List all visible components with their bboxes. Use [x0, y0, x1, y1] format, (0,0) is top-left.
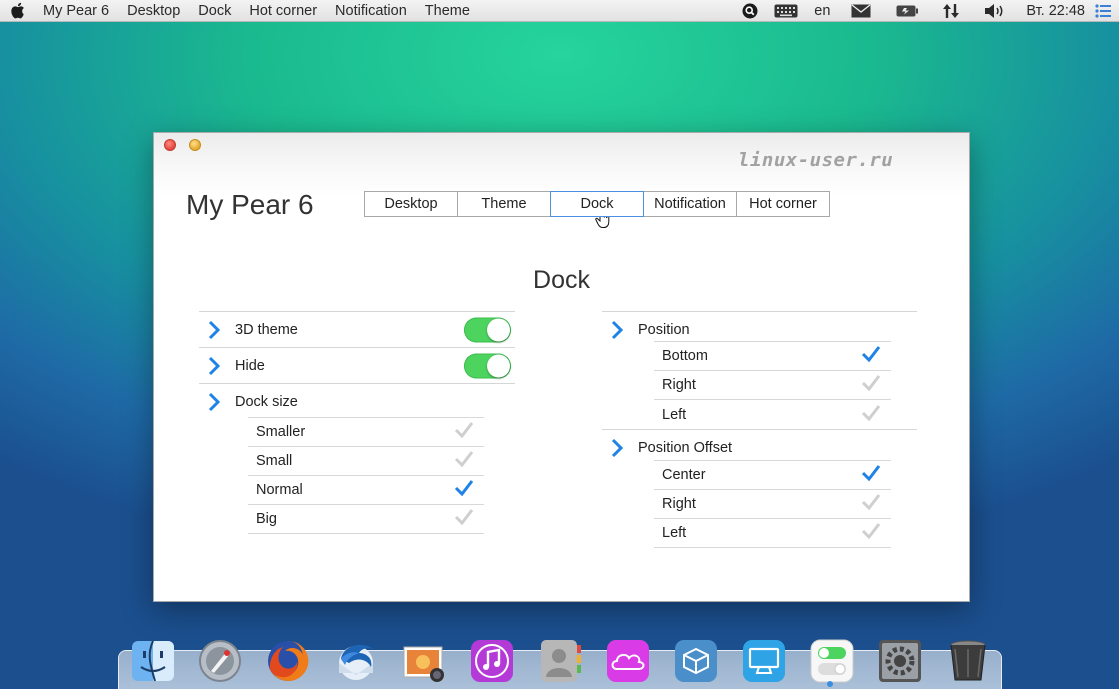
chevron-right-icon [199, 392, 229, 412]
toggle-label: Hide [235, 357, 265, 374]
tab-theme[interactable]: Theme [457, 191, 551, 217]
dock-size-label: Dock size [235, 393, 298, 410]
menu-app-name[interactable]: My Pear 6 [34, 0, 118, 22]
apple-icon[interactable] [0, 0, 34, 22]
minimize-button[interactable] [189, 139, 201, 151]
position-offset-label: Position Offset [638, 439, 733, 456]
option-label: Center [662, 467, 706, 483]
checkmark-icon [861, 404, 881, 426]
contacts-icon[interactable] [536, 638, 584, 684]
offset-option-left[interactable]: Left [654, 519, 891, 548]
toggle-label: 3D theme [235, 321, 298, 338]
dock-size-option-normal[interactable]: Normal [248, 476, 484, 505]
offset-option-center[interactable]: Center [654, 461, 891, 490]
settings-toggle-icon[interactable] [808, 638, 856, 684]
option-label: Normal [256, 482, 303, 498]
toggle-row-3d-theme[interactable]: 3D theme [199, 311, 515, 347]
checkmark-icon [454, 508, 474, 530]
chevron-right-icon [199, 320, 229, 340]
menu-dock[interactable]: Dock [189, 0, 240, 22]
checkmark-icon [454, 450, 474, 472]
position-option-bottom[interactable]: Bottom [654, 342, 891, 371]
network-icon[interactable] [930, 0, 972, 22]
offset-option-right[interactable]: Right [654, 490, 891, 519]
app-title: My Pear 6 [186, 189, 314, 220]
chevron-right-icon [199, 356, 229, 376]
dock-size-option-big[interactable]: Big [248, 505, 484, 534]
close-button[interactable] [164, 139, 176, 151]
battery-icon[interactable] [884, 0, 930, 22]
menu-bar: My Pear 6 Desktop Dock Hot corner Notifi… [0, 0, 1119, 22]
hide-toggle[interactable] [464, 353, 511, 378]
tab-hot-corner[interactable]: Hot corner [736, 191, 830, 217]
finder-icon[interactable] [129, 638, 177, 684]
option-label: Smaller [256, 424, 306, 440]
checkmark-selected-icon [861, 345, 881, 367]
option-label: Left [662, 406, 687, 423]
section-title: Dock [533, 266, 590, 294]
checkmark-icon [861, 374, 881, 396]
clock[interactable]: Вт. 22:48 [1018, 0, 1093, 22]
position-option-left[interactable]: Left [654, 400, 891, 429]
option-label: Right [662, 377, 696, 393]
chevron-right-icon [602, 320, 632, 340]
tab-notification[interactable]: Notification [643, 191, 737, 217]
keyboard-icon[interactable] [766, 0, 806, 22]
chevron-right-icon [602, 438, 632, 458]
tab-desktop[interactable]: Desktop [364, 191, 458, 217]
keyboard-layout[interactable]: en [806, 0, 838, 22]
system-preferences-icon[interactable] [876, 638, 924, 684]
option-label: Right [662, 496, 696, 512]
tab-dock[interactable]: Dock [550, 191, 644, 217]
trash-icon[interactable] [944, 638, 992, 684]
position-option-right[interactable]: Right [654, 371, 891, 400]
option-label: Left [662, 525, 687, 541]
checkmark-icon [861, 493, 881, 515]
menu-desktop[interactable]: Desktop [118, 0, 189, 22]
menu-theme[interactable]: Theme [416, 0, 479, 22]
search-icon[interactable] [734, 0, 766, 22]
checkmark-icon [861, 522, 881, 544]
running-indicator [827, 681, 833, 687]
dock-size-option-smaller[interactable]: Smaller [248, 418, 484, 447]
menu-hot-corner[interactable]: Hot corner [240, 0, 326, 22]
dock-size-header: Dock size [199, 383, 515, 419]
list-icon[interactable] [1093, 0, 1119, 22]
dock-size-option-small[interactable]: Small [248, 447, 484, 476]
itunes-icon[interactable] [468, 638, 516, 684]
cydia-icon[interactable] [672, 638, 720, 684]
watermark: linux-user.ru [738, 149, 894, 171]
menu-notification[interactable]: Notification [326, 0, 416, 22]
checkmark-selected-icon [454, 479, 474, 501]
mail-icon[interactable] [838, 0, 884, 22]
3d-theme-toggle[interactable] [464, 317, 511, 342]
checkmark-selected-icon [861, 464, 881, 486]
icloud-icon[interactable] [604, 638, 652, 684]
option-label: Small [256, 453, 293, 469]
checkmark-icon [454, 421, 474, 443]
my-pear-settings-window: linux-user.ru My Pear 6 Desktop Theme Do… [153, 132, 970, 602]
tab-bar: Desktop Theme Dock Notification Hot corn… [364, 191, 830, 217]
toggle-row-hide[interactable]: Hide [199, 347, 515, 383]
launchpad-icon[interactable] [196, 638, 244, 684]
option-label: Big [256, 511, 277, 527]
display-icon[interactable] [740, 638, 788, 684]
photos-icon[interactable] [400, 638, 448, 684]
firefox-icon[interactable] [264, 638, 312, 684]
option-label: Bottom [662, 348, 708, 364]
volume-icon[interactable] [972, 0, 1018, 22]
thunderbird-icon[interactable] [332, 638, 380, 684]
position-label: Position [638, 321, 690, 338]
